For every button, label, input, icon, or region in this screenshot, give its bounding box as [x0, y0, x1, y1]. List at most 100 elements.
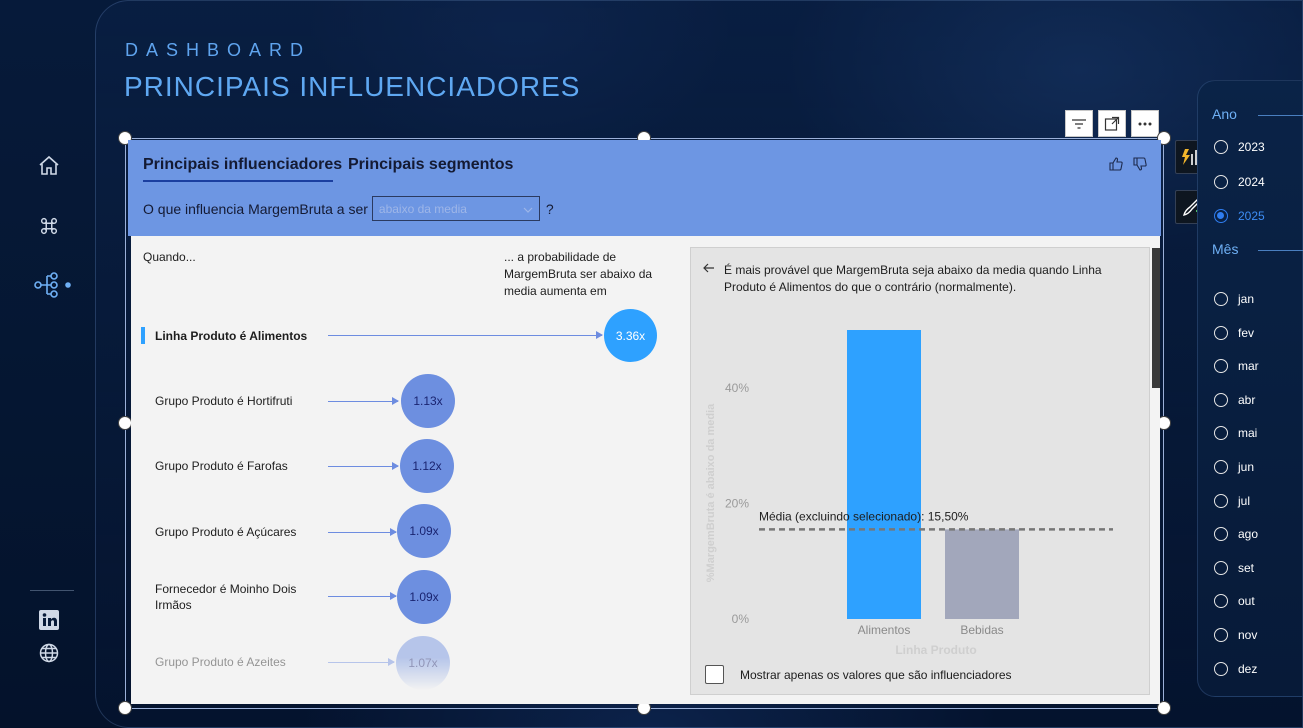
month-option-jan[interactable]: jan — [1214, 292, 1254, 306]
month-option-dez[interactable]: dez — [1214, 661, 1258, 676]
influencer-arrow — [328, 331, 603, 339]
detail-scrollbar[interactable] — [1152, 248, 1160, 388]
influencer-bubble: 1.09x — [397, 570, 451, 624]
focus-mode-button[interactable] — [1098, 110, 1126, 137]
x-tick-label: Bebidas — [960, 623, 1003, 637]
tab-top-segments[interactable]: Principais segmentos — [348, 156, 513, 174]
month-option-jun[interactable]: jun — [1214, 460, 1254, 474]
column-header-probability: ... a probabilidade de MargemBruta ser a… — [504, 250, 653, 298]
question-row: O que influencia MargemBruta a ser abaix… — [143, 196, 554, 221]
month-option-mai[interactable]: mai — [1214, 426, 1258, 441]
bar-alimentos[interactable] — [847, 330, 921, 619]
target-value-dropdown[interactable]: abaixo da media — [371, 196, 540, 221]
detail-bar-chart: %MargemBruta é abaixo da media 0%20%40% … — [705, 330, 1113, 657]
year-option-label: 2024 — [1238, 174, 1265, 189]
month-option-fev[interactable]: fev — [1214, 325, 1255, 340]
question-prefix: O que influencia MargemBruta a ser — [143, 200, 368, 217]
influencer-label: Grupo Produto é Açúcares — [155, 525, 297, 539]
radio-icon[interactable] — [1214, 359, 1228, 374]
feedback-buttons — [1109, 156, 1147, 175]
month-option-ago[interactable]: ago — [1214, 527, 1259, 542]
month-option-label: mai — [1238, 426, 1258, 441]
radio-icon[interactable] — [1214, 292, 1228, 306]
command-icon[interactable] — [36, 213, 62, 239]
month-option-label: out — [1238, 594, 1255, 609]
year-option-2025[interactable]: 2025 — [1214, 209, 1265, 223]
month-option-abr[interactable]: abr — [1214, 392, 1255, 407]
month-option-label: ago — [1238, 527, 1259, 542]
resize-handle-left[interactable] — [118, 416, 132, 430]
tab-key-influencers[interactable]: Principais influenciadores — [143, 156, 342, 174]
influencer-label: Linha Produto é Alimentos — [155, 329, 308, 343]
radio-icon[interactable] — [1214, 661, 1228, 676]
month-option-out[interactable]: out — [1214, 594, 1255, 609]
influencer-label: Grupo Produto é Hortifruti — [155, 394, 293, 408]
year-option-2024[interactable]: 2024 — [1214, 174, 1265, 189]
filter-button[interactable] — [1065, 110, 1093, 137]
influencer-arrow — [328, 658, 395, 666]
radio-icon[interactable] — [1214, 325, 1228, 340]
chevron-down-icon — [523, 202, 533, 216]
checkbox-label: Mostrar apenas os valores que são influe… — [740, 667, 1012, 682]
influencer-bubble: 1.13x — [401, 374, 455, 428]
month-option-mar[interactable]: mar — [1214, 359, 1259, 374]
month-option-set[interactable]: set — [1214, 560, 1255, 575]
radio-icon[interactable] — [1214, 460, 1228, 474]
radio-icon[interactable] — [1214, 209, 1228, 223]
month-option-label: dez — [1238, 661, 1258, 676]
influencer-arrow — [328, 592, 397, 600]
year-option-label: 2025 — [1238, 209, 1265, 223]
average-label: Média (excluindo selecionado): 15,50% — [759, 509, 969, 523]
bar-bebidas[interactable] — [945, 529, 1019, 619]
influencer-bubble: 1.09x — [397, 504, 451, 558]
y-axis-ticks: 0% 20% 40% — [725, 381, 749, 626]
slicer-panel: Ano 2023 2024 2025 Mês jan fev mar abr mai jun j… — [1197, 80, 1303, 697]
y-axis-title: %MargemBruta é abaixo da media — [705, 403, 717, 582]
month-option-label: fev — [1238, 325, 1255, 340]
influencer-detail-panel: É mais provável que MargemBruta seja aba… — [690, 247, 1150, 695]
influencer-arrow — [328, 397, 399, 405]
month-option-label: jun — [1238, 460, 1255, 474]
x-axis-title: Linha Produto — [895, 643, 976, 657]
thumbs-down-icon[interactable] — [1133, 156, 1147, 175]
thumbs-up-icon[interactable] — [1109, 156, 1123, 175]
influencer-arrow — [328, 528, 397, 536]
radio-icon[interactable] — [1214, 140, 1228, 154]
y-tick-label: 40% — [725, 381, 749, 395]
year-option-2023[interactable]: 2023 — [1214, 140, 1265, 154]
detail-description: É mais provável que MargemBruta seja aba… — [724, 263, 1102, 294]
month-slicer-title: Mês — [1212, 241, 1303, 257]
selected-row-indicator — [141, 327, 145, 344]
back-arrow-icon[interactable] — [703, 262, 715, 277]
radio-icon[interactable] — [1214, 628, 1228, 642]
month-option-label: nov — [1238, 628, 1258, 642]
influencer-label: Fornecedor é Moinho Dois Irmãos — [155, 582, 297, 612]
month-option-nov[interactable]: nov — [1214, 628, 1257, 642]
month-option-label: set — [1238, 560, 1255, 575]
y-tick-label: 20% — [725, 496, 749, 510]
x-axis-ticks: Alimentos Bebidas — [858, 623, 1004, 637]
month-option-jul[interactable]: jul — [1214, 493, 1250, 508]
linkedin-icon[interactable] — [36, 607, 62, 633]
decomposition-tree-icon[interactable] — [34, 272, 74, 298]
radio-icon[interactable] — [1214, 426, 1228, 441]
year-slicer-title: Ano — [1212, 106, 1303, 122]
globe-icon[interactable] — [36, 640, 62, 666]
more-options-button[interactable] — [1131, 110, 1159, 137]
show-influencers-only-row[interactable]: Mostrar apenas os valores que são influe… — [705, 665, 1012, 684]
radio-icon[interactable] — [1214, 527, 1228, 542]
radio-icon[interactable] — [1214, 493, 1228, 508]
influencer-label: Grupo Produto é Farofas — [155, 459, 288, 473]
radio-icon[interactable] — [1214, 560, 1228, 575]
resize-handle-bottom-left[interactable] — [118, 701, 132, 715]
show-influencers-only-checkbox[interactable] — [705, 665, 724, 684]
bars — [847, 330, 1019, 619]
radio-icon[interactable] — [1214, 174, 1228, 189]
radio-icon[interactable] — [1214, 392, 1228, 407]
influencer-arrow — [328, 462, 399, 470]
home-icon[interactable] — [36, 153, 62, 179]
question-suffix: ? — [545, 200, 554, 217]
active-tab-indicator — [143, 180, 333, 182]
radio-icon[interactable] — [1214, 594, 1228, 609]
month-option-label: jan — [1238, 292, 1255, 306]
